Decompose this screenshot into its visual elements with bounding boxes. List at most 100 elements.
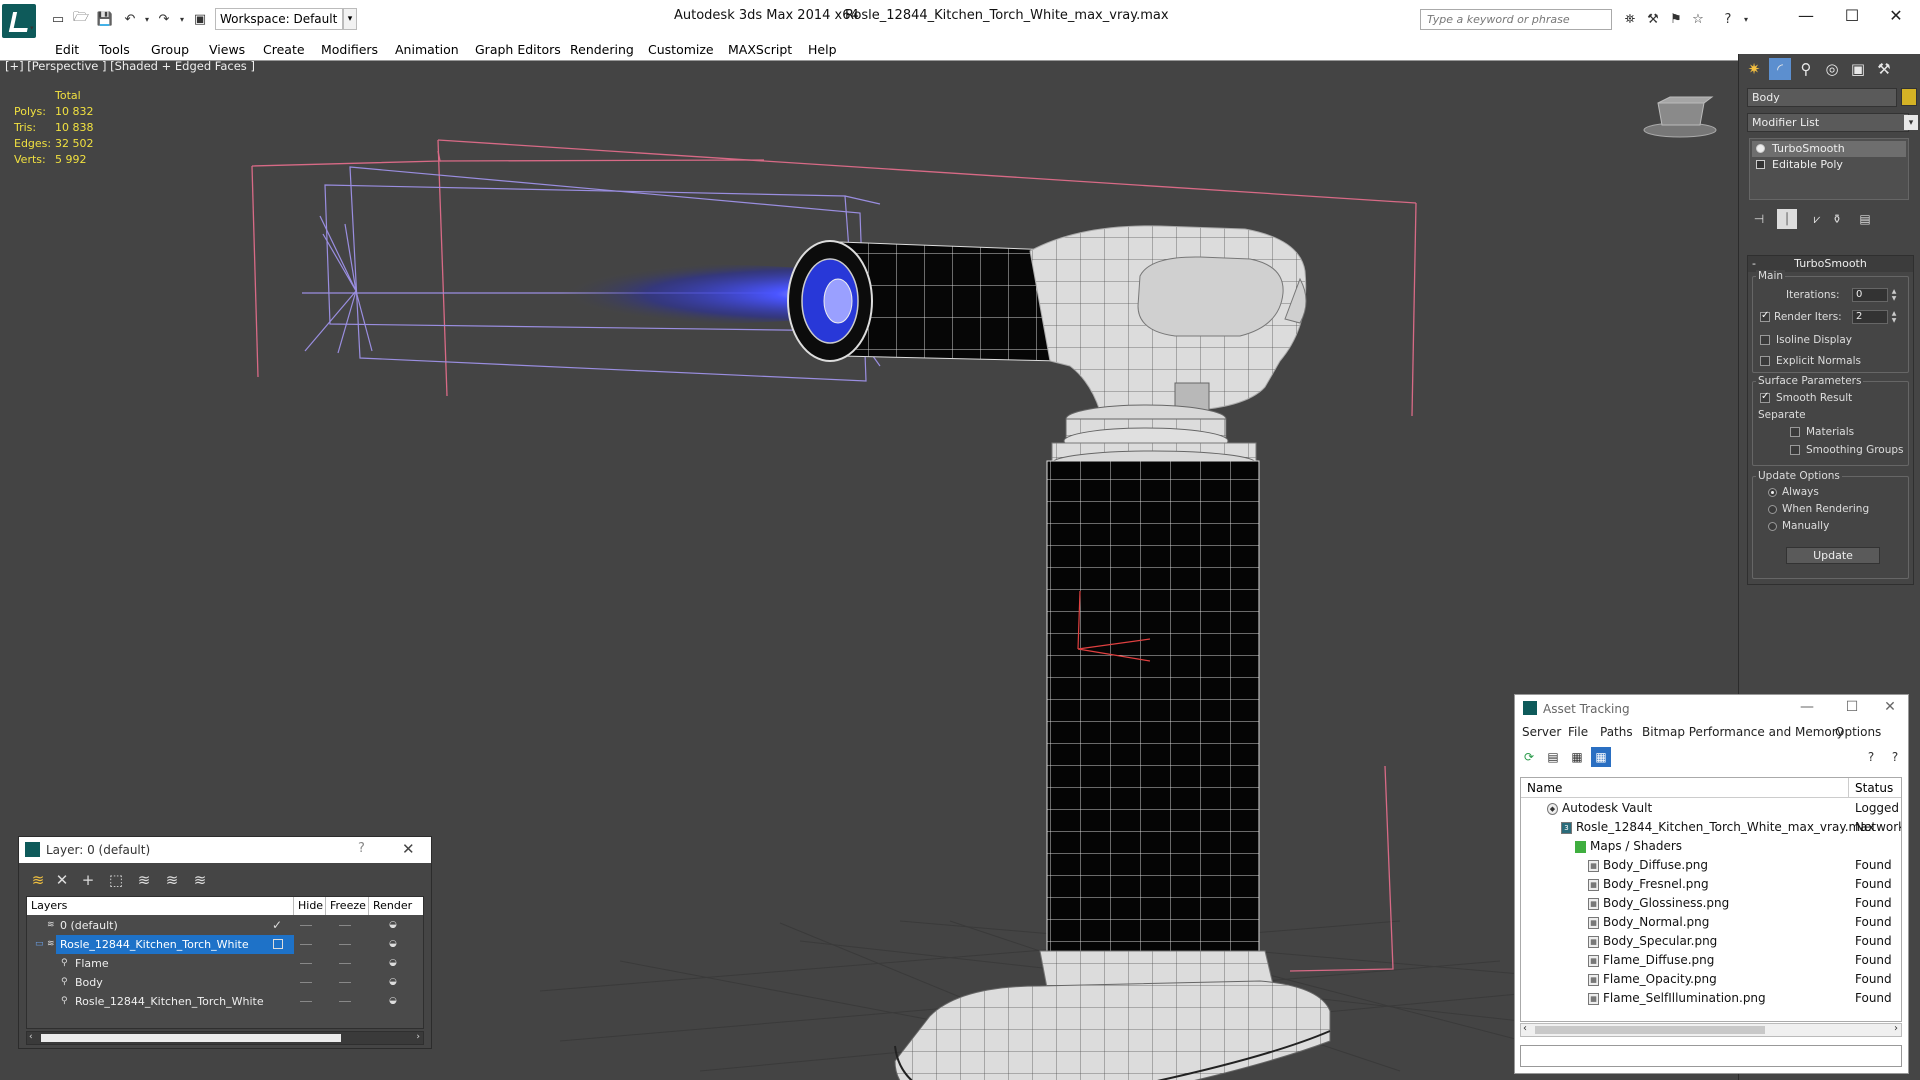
render-iters-spinner[interactable]: 2 bbox=[1852, 310, 1888, 324]
redo-icon[interactable]: ↷ bbox=[154, 9, 174, 29]
asset-path-field[interactable] bbox=[1520, 1045, 1902, 1067]
freeze-toggle[interactable] bbox=[339, 925, 351, 926]
set-current-box-icon[interactable] bbox=[273, 939, 283, 949]
smooth-result-checkbox[interactable] bbox=[1760, 391, 1770, 403]
help-icon[interactable]: ? bbox=[1718, 9, 1738, 29]
smoothing-groups-checkbox[interactable] bbox=[1790, 445, 1800, 455]
update-button[interactable]: Update bbox=[1786, 547, 1880, 564]
display-tab-icon[interactable]: ▣ bbox=[1847, 58, 1869, 80]
asset-row[interactable]: ▦ Body_Specular.png Found bbox=[1521, 932, 1901, 951]
menu-maxscript[interactable]: MAXScript bbox=[728, 42, 792, 57]
search-input[interactable]: Type a keyword or phrase bbox=[1420, 9, 1612, 30]
stack-item-editable-poly[interactable]: Editable Poly bbox=[1752, 157, 1906, 173]
asset-row[interactable]: ▦ Body_Glossiness.png Found bbox=[1521, 894, 1901, 913]
current-layer-check-icon[interactable]: ✓ bbox=[272, 919, 282, 931]
modify-tab-icon[interactable]: ◜ bbox=[1769, 58, 1791, 80]
asset-row[interactable]: ▦ Flame_Diffuse.png Found bbox=[1521, 951, 1901, 970]
hide-toggle[interactable] bbox=[300, 963, 312, 964]
asset-row[interactable]: ▦ Body_Normal.png Found bbox=[1521, 913, 1901, 932]
asset-row[interactable]: ◆ Autodesk Vault Logged O bbox=[1521, 799, 1901, 818]
minimize-icon[interactable]: — bbox=[1792, 699, 1822, 715]
hide-toggle[interactable] bbox=[300, 1001, 312, 1002]
workspace-dropdown-icon[interactable]: ▾ bbox=[343, 8, 357, 30]
column-layers[interactable]: Layers bbox=[27, 897, 294, 915]
column-freeze[interactable]: Freeze bbox=[326, 897, 369, 915]
scroll-left-icon[interactable]: ‹ bbox=[29, 1032, 33, 1042]
viewcube-icon[interactable] bbox=[1643, 96, 1717, 138]
make-unique-icon[interactable]: ⩗ bbox=[1807, 209, 1827, 229]
create-layer-icon[interactable]: ≋ bbox=[27, 869, 49, 891]
utilities-tab-icon[interactable]: ⚒ bbox=[1873, 58, 1895, 80]
column-name[interactable]: Name bbox=[1521, 778, 1849, 798]
render-teapot-icon[interactable]: ◒ bbox=[389, 921, 399, 930]
manually-radio[interactable] bbox=[1768, 522, 1777, 531]
horizontal-scrollbar[interactable]: ‹ › bbox=[26, 1031, 424, 1045]
remove-modifier-icon[interactable]: ⚱ bbox=[1827, 209, 1847, 229]
menu-views[interactable]: Views bbox=[209, 42, 245, 57]
object-color-swatch[interactable] bbox=[1901, 88, 1917, 106]
delete-layer-icon[interactable]: ✕ bbox=[51, 869, 73, 891]
maximize-icon[interactable]: ☐ bbox=[1837, 699, 1867, 715]
column-render[interactable]: Render bbox=[369, 897, 423, 915]
render-teapot-icon[interactable]: ◒ bbox=[389, 997, 399, 1006]
asset-tracking-titlebar[interactable]: Asset Tracking — ☐ ✕ bbox=[1515, 695, 1908, 721]
menu-options[interactable]: Options bbox=[1835, 725, 1881, 739]
help-dropdown-icon[interactable]: ▾ bbox=[1736, 9, 1756, 29]
column-hide[interactable]: Hide bbox=[294, 897, 326, 915]
refresh-icon[interactable]: ⟳ bbox=[1519, 747, 1539, 767]
binoculars-icon[interactable]: ⛯ bbox=[1620, 9, 1640, 29]
asset-row[interactable]: ▦ Body_Diffuse.png Found bbox=[1521, 856, 1901, 875]
menu-animation[interactable]: Animation bbox=[395, 42, 459, 57]
stack-item-turbosmooth[interactable]: TurboSmooth bbox=[1752, 141, 1906, 157]
horizontal-scrollbar[interactable]: ‹ › bbox=[1520, 1023, 1902, 1037]
save-file-icon[interactable]: 💾 bbox=[95, 9, 115, 29]
help-icon[interactable]: ? bbox=[1885, 747, 1905, 767]
hide-toggle[interactable] bbox=[300, 982, 312, 983]
render-teapot-icon[interactable]: ◒ bbox=[389, 940, 399, 949]
layer-dialog-titlebar[interactable]: Layer: 0 (default) ? ✕ bbox=[19, 837, 431, 863]
scroll-right-icon[interactable]: › bbox=[416, 1032, 420, 1042]
menu-bitmap-performance[interactable]: Bitmap Performance and Memory bbox=[1642, 725, 1844, 739]
pin-stack-icon[interactable]: ⊣ bbox=[1749, 209, 1769, 229]
show-end-result-icon[interactable]: ⏐ bbox=[1777, 209, 1797, 229]
list-view-icon[interactable]: ▤ bbox=[1543, 747, 1563, 767]
render-teapot-icon[interactable]: ◒ bbox=[389, 978, 399, 987]
render-iters-checkbox[interactable] bbox=[1760, 310, 1770, 322]
layer-object-row[interactable]: ⚲ Body ◒ bbox=[27, 973, 423, 992]
menu-help[interactable]: Help bbox=[808, 42, 837, 57]
hide-toggle[interactable] bbox=[300, 944, 312, 945]
chevron-down-icon[interactable]: ▾ bbox=[1904, 115, 1918, 130]
add-to-layer-icon[interactable]: + bbox=[77, 869, 99, 891]
layer-object-row[interactable]: ⚲ Rosle_12844_Kitchen_Torch_White ◒ bbox=[27, 992, 423, 1011]
scrollbar-thumb[interactable] bbox=[41, 1034, 341, 1042]
object-name-input[interactable]: Body bbox=[1747, 88, 1897, 107]
communication-center-icon[interactable]: ⚑ bbox=[1666, 9, 1686, 29]
hierarchy-tab-icon[interactable]: ⚲ bbox=[1795, 58, 1817, 80]
close-icon[interactable]: ✕ bbox=[1875, 699, 1905, 715]
select-objects-icon[interactable]: ⬚ bbox=[105, 869, 127, 891]
asset-row[interactable]: ▦ Body_Fresnel.png Found bbox=[1521, 875, 1901, 894]
asset-row[interactable]: ▦ Flame_SelfIllumination.png Found bbox=[1521, 989, 1901, 1008]
hide-toggle[interactable] bbox=[300, 925, 312, 926]
menu-graph-editors[interactable]: Graph Editors bbox=[475, 42, 561, 57]
create-tab-icon[interactable]: ✷ bbox=[1743, 58, 1765, 80]
layer-row[interactable]: ≋ 0 (default) ✓ ◒ bbox=[27, 916, 423, 935]
menu-tools[interactable]: Tools bbox=[99, 42, 130, 57]
new-file-icon[interactable]: ▭ bbox=[48, 9, 68, 29]
menu-edit[interactable]: Edit bbox=[55, 42, 79, 57]
column-status[interactable]: Status bbox=[1849, 778, 1901, 798]
table-view-icon[interactable]: ▦ bbox=[1567, 747, 1587, 767]
layer-row[interactable]: ▭ ≋ Rosle_12844_Kitchen_Torch_White ◒ bbox=[27, 935, 423, 954]
asset-row[interactable]: Maps / Shaders bbox=[1521, 837, 1901, 856]
isoline-display-checkbox[interactable] bbox=[1760, 335, 1770, 345]
render-teapot-icon[interactable]: ◒ bbox=[389, 959, 399, 968]
spinner-arrows-icon[interactable]: ▲ ▼ bbox=[1890, 310, 1898, 324]
freeze-toggle[interactable] bbox=[339, 963, 351, 964]
hide-freeze-icon[interactable]: ≋ bbox=[161, 869, 183, 891]
expand-plus-icon[interactable] bbox=[1756, 160, 1765, 169]
freeze-toggle[interactable] bbox=[339, 982, 351, 983]
help-icon[interactable]: ? bbox=[358, 841, 365, 856]
menu-modifiers[interactable]: Modifiers bbox=[321, 42, 378, 57]
layer-properties-icon[interactable]: ≋ bbox=[189, 869, 211, 891]
asset-row[interactable]: 3 Rosle_12844_Kitchen_Torch_White_max_vr… bbox=[1521, 818, 1901, 837]
